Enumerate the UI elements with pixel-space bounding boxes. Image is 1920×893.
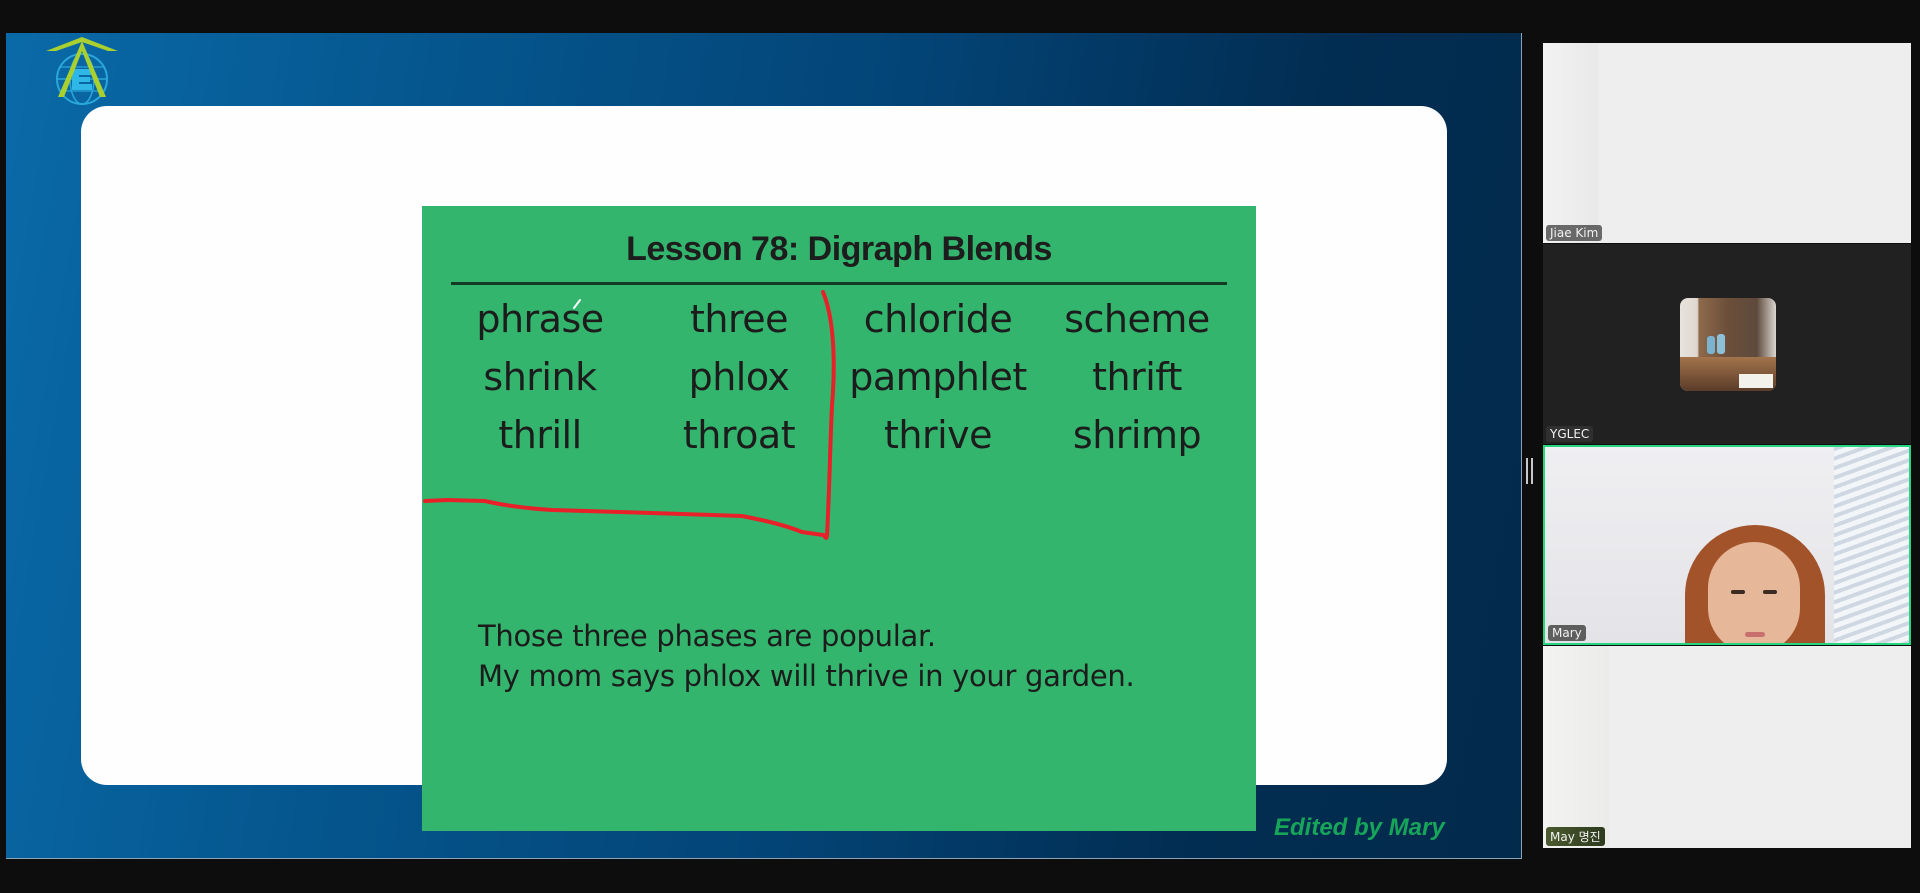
word: shrimp	[1072, 413, 1202, 457]
participant-video-face	[1708, 542, 1800, 643]
word: scheme	[1064, 297, 1210, 341]
shared-screen: Lesson 78: Digraph Blends phrase three c…	[6, 33, 1522, 859]
sentence: My mom says phlox will thrive in your ga…	[478, 659, 1135, 693]
window-blinds	[1834, 447, 1909, 643]
participant-name: YGLEC	[1546, 426, 1594, 442]
participant-tile[interactable]: Jiae Kim	[1543, 43, 1911, 243]
active-speaker-tile[interactable]: Mary	[1543, 445, 1911, 645]
profile-picture	[1680, 298, 1776, 391]
word: shrink	[483, 355, 597, 399]
slide-panel: Lesson 78: Digraph Blends phrase three c…	[81, 106, 1447, 831]
yglec-logo-icon	[46, 37, 118, 105]
participant-name: Jiae Kim	[1546, 225, 1603, 241]
word: thrill	[498, 413, 582, 457]
participant-tile[interactable]: YGLEC	[1543, 244, 1911, 444]
word: three	[689, 297, 789, 341]
participant-name: May 명진	[1546, 827, 1605, 846]
slide-title: Lesson 78: Digraph Blends	[626, 230, 1052, 268]
word: phrase	[476, 297, 604, 341]
participant-tile[interactable]: May 명진	[1543, 646, 1911, 848]
word: chloride	[863, 297, 1013, 341]
panel-resize-handle[interactable]	[1526, 458, 1534, 484]
credit-text: Edited by Mary	[1274, 814, 1445, 841]
word: thrift	[1092, 355, 1182, 399]
word: throat	[682, 413, 796, 457]
word: phlox	[688, 355, 790, 399]
example-sentences: Those three phases are popular. My mom s…	[478, 616, 1135, 696]
participant-name: Mary	[1548, 625, 1586, 641]
title-divider	[451, 282, 1227, 285]
word: pamphlet	[849, 355, 1027, 399]
sentence: Those three phases are popular.	[478, 619, 936, 653]
word: thrive	[883, 413, 993, 457]
lesson-slide: Lesson 78: Digraph Blends phrase three c…	[422, 206, 1256, 831]
